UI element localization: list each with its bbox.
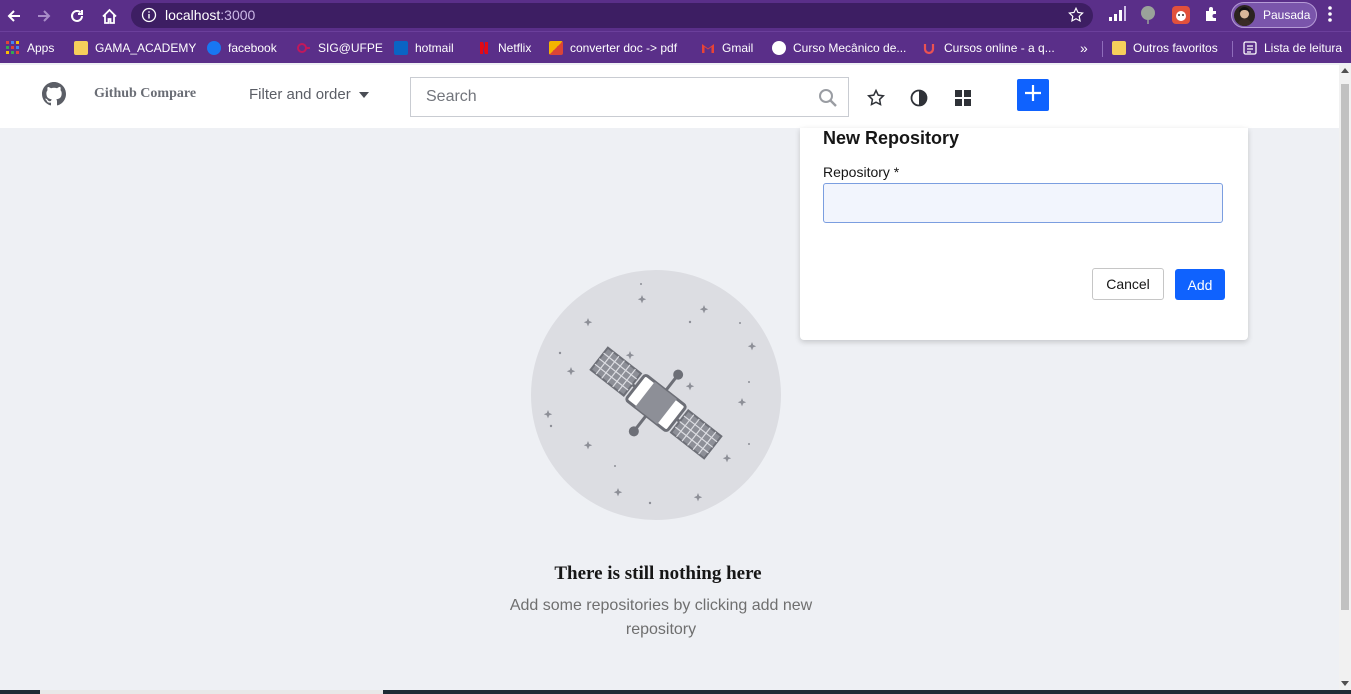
empty-state-description: Add some repositories by clicking add ne…	[509, 597, 813, 638]
app-header: Github Compare Filter and order	[0, 65, 1339, 128]
bottom-strip	[0, 690, 1351, 694]
bookmark-label: SIG@UFPE	[318, 41, 383, 55]
bookmark-gama-academy[interactable]: GAMA_ACADEMY	[74, 39, 196, 57]
bookmark-label: Gmail	[722, 41, 754, 55]
bookmark-label: Apps	[27, 41, 55, 55]
forward-icon[interactable]	[32, 4, 56, 28]
bookmark-label: Outros favoritos	[1133, 41, 1218, 55]
overflow-label: »	[1080, 40, 1088, 56]
filter-order-dropdown[interactable]: Filter and order	[249, 86, 369, 103]
bookmark-other-favorites[interactable]: Outros favoritos	[1112, 39, 1218, 57]
bookmark-label: hotmail	[415, 41, 454, 55]
outlook-icon	[394, 41, 408, 55]
new-repository-panel: New Repository Repository * Cancel Add	[800, 128, 1248, 340]
bookmark-hotmail[interactable]: hotmail	[394, 39, 454, 57]
repository-field-label: Repository *	[823, 164, 900, 180]
bookmark-label: Cursos online - a q...	[944, 41, 1055, 55]
plus-icon	[1024, 84, 1042, 107]
sig-icon	[297, 41, 311, 55]
bookmark-label: Curso Mecânico de...	[793, 41, 907, 55]
bookmark-facebook[interactable]: facebook	[207, 39, 277, 57]
converter-icon	[549, 41, 563, 55]
udemy-icon	[923, 41, 937, 55]
bookmark-label: facebook	[228, 41, 277, 55]
theme-toggle-icon[interactable]	[909, 88, 929, 108]
bookmark-star-icon[interactable]	[1067, 6, 1085, 29]
caret-down-icon	[358, 91, 369, 98]
bookmark-netflix[interactable]: Netflix	[477, 39, 531, 57]
bookmark-converter[interactable]: converter doc -> pdf	[549, 39, 677, 57]
search-box[interactable]	[410, 77, 849, 117]
folder-icon	[1112, 41, 1126, 55]
folder-icon	[74, 41, 88, 55]
reload-icon[interactable]	[65, 4, 89, 28]
gmail-icon	[701, 41, 715, 55]
add-repository-button[interactable]	[1017, 79, 1049, 111]
satellite-illustration	[531, 270, 781, 520]
fox-extension-icon[interactable]	[1171, 5, 1191, 30]
netflix-icon	[477, 41, 491, 55]
app-title[interactable]: Github Compare	[94, 86, 196, 102]
address-bar[interactable]: localhost:3000	[131, 3, 1093, 28]
back-icon[interactable]	[2, 4, 26, 28]
facebook-icon	[207, 41, 221, 55]
bookmark-curso-mecanico[interactable]: Curso Mecânico de...	[772, 39, 906, 57]
bookmarks-divider	[1232, 41, 1233, 57]
profile-button[interactable]: Pausada	[1231, 2, 1317, 28]
avatar	[1234, 5, 1255, 26]
scroll-down-arrow-icon[interactable]	[1341, 681, 1349, 686]
bookmark-cursos-online[interactable]: Cursos online - a q...	[923, 39, 1055, 57]
course-icon	[772, 41, 786, 55]
bookmark-label: GAMA_ACADEMY	[95, 41, 197, 55]
site-info-icon[interactable]	[141, 7, 157, 28]
bookmarks-overflow-button[interactable]: »	[1080, 39, 1088, 57]
apps-grid-icon	[6, 41, 20, 55]
bookmark-sig-ufpe[interactable]: SIG@UFPE	[297, 39, 383, 57]
filter-label: Filter and order	[249, 86, 351, 103]
bookmarks-divider	[1102, 41, 1103, 57]
star-icon[interactable]	[866, 88, 886, 108]
bottom-strip-segment	[40, 690, 383, 694]
bookmark-apps[interactable]: Apps	[6, 39, 54, 57]
balloon-extension-icon[interactable]	[1140, 5, 1156, 30]
scroll-up-arrow-icon[interactable]	[1341, 68, 1349, 73]
repository-input[interactable]	[823, 183, 1223, 223]
add-button[interactable]: Add	[1175, 269, 1225, 300]
browser-toolbar: localhost:3000 Pausada	[0, 0, 1351, 31]
bookmarks-bar: Apps GAMA_ACADEMY facebook SIG@UFPE hotm…	[0, 31, 1351, 63]
github-logo-icon[interactable]	[42, 82, 66, 111]
panel-title: New Repository	[823, 128, 960, 148]
cancel-button[interactable]: Cancel	[1092, 268, 1164, 300]
chrome-menu-icon[interactable]	[1328, 5, 1332, 28]
extensions-puzzle-icon[interactable]	[1203, 5, 1221, 28]
profile-status-label: Pausada	[1263, 8, 1311, 22]
scrollbar-thumb[interactable]	[1341, 84, 1349, 610]
search-input[interactable]	[411, 78, 848, 116]
home-icon[interactable]	[97, 4, 121, 28]
bookmark-label: Netflix	[498, 41, 532, 55]
reading-list-icon	[1243, 41, 1257, 55]
grid-view-icon[interactable]	[953, 88, 973, 108]
search-icon[interactable]	[818, 88, 838, 113]
signal-extension-icon[interactable]	[1107, 5, 1127, 28]
reading-list-button[interactable]: Lista de leitura	[1243, 39, 1342, 57]
bookmark-label: converter doc -> pdf	[570, 41, 678, 55]
bookmark-label: Lista de leitura	[1264, 41, 1343, 55]
empty-state-title: There is still nothing here	[554, 563, 762, 584]
url-text: localhost:3000	[165, 7, 256, 23]
bookmark-gmail[interactable]: Gmail	[701, 39, 753, 57]
